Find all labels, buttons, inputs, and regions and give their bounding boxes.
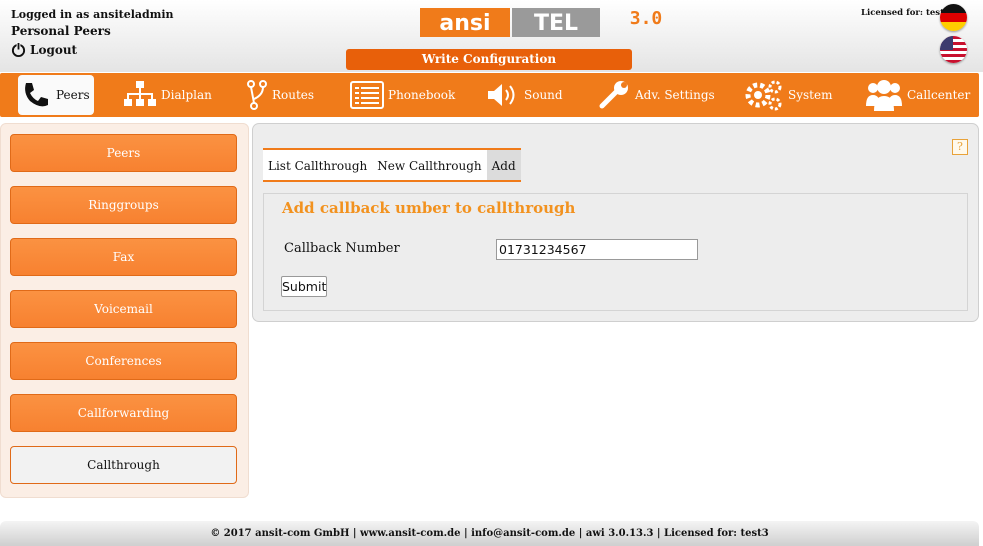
gears-icon [745,80,782,111]
nav-label-phonebook: Phonebook [388,88,456,102]
phone-icon [25,83,48,107]
us-flag-icon[interactable] [940,36,967,63]
personal-peers-link[interactable]: Personal Peers [11,24,111,38]
tab-new-callthrough[interactable]: New Callthrough [372,150,486,180]
nav-label-sound: Sound [524,88,563,102]
sidebar-item-fax[interactable]: Fax [10,238,237,276]
nav-label-dialplan: Dialplan [161,88,212,102]
logo-text-tel: tel [534,11,578,36]
nav-adv-settings[interactable]: Adv. Settings [599,75,715,115]
callback-number-input[interactable] [496,239,698,260]
nav-callcenter[interactable]: Callcenter [865,75,970,115]
nav-peers[interactable]: Peers [18,75,94,115]
submit-button[interactable]: Submit [281,276,327,297]
nav-sound[interactable]: Sound [486,75,563,115]
logged-in-text: Logged in as ansiteladmin [11,8,174,21]
sidebar-item-callforwarding[interactable]: Callforwarding [10,394,237,432]
logout-link[interactable]: Logout [11,42,77,57]
ansitel-logo: ansi tel 3.0 [420,8,682,40]
sidebar-item-peers[interactable]: Peers [10,134,237,172]
callback-number-label: Callback Number [284,241,400,256]
nav-label-system: System [788,88,833,102]
german-flag-icon[interactable] [940,4,967,31]
logo-version: 3.0 [630,8,663,29]
licensed-text: Licensed for: test3 [861,8,950,18]
sitemap-icon [124,81,156,106]
nav-label-peers: Peers [56,88,90,102]
sidebar-item-voicemail[interactable]: Voicemail [10,290,237,328]
phonebook-icon [350,81,384,109]
nav-routes[interactable]: Routes [246,75,314,115]
tab-add[interactable]: Add [486,150,521,180]
power-icon [11,42,26,57]
sidebar-item-ringgroups[interactable]: Ringgroups [10,186,237,224]
tab-list-callthrough[interactable]: List Callthrough [263,150,372,180]
callthrough-tabs: List Callthrough New Callthrough Add [263,148,521,182]
nav-label-routes: Routes [272,88,315,102]
nav-label-callcenter: Callcenter [907,88,971,102]
logo-text-ansi: ansi [439,11,490,36]
logout-label: Logout [30,42,78,57]
speaker-icon [488,84,515,106]
nav-system[interactable]: System [744,75,832,115]
sidebar-item-conferences[interactable]: Conferences [10,342,237,380]
sidebar: Peers Ringgroups Fax Voicemail Conferenc… [0,123,249,498]
nav-dialplan[interactable]: Dialplan [123,75,212,115]
form-title: Add callback umber to callthrough [282,199,576,217]
help-icon[interactable]: ? [952,139,968,155]
wrench-icon [599,81,628,109]
nav-label-adv-settings: Adv. Settings [635,88,715,102]
nav-phonebook[interactable]: Phonebook [350,75,455,115]
header: Logged in as ansiteladmin Personal Peers… [0,0,983,72]
footer: © 2017 ansit-com GmbH | www.ansit-com.de… [0,521,979,546]
users-icon [866,80,902,111]
routes-icon [247,80,267,110]
sidebar-item-callthrough[interactable]: Callthrough [10,446,237,484]
write-configuration-button[interactable]: Write Configuration [346,49,632,70]
main-navigation: Peers Dialplan Routes Phonebook Sound Ad… [0,73,979,117]
